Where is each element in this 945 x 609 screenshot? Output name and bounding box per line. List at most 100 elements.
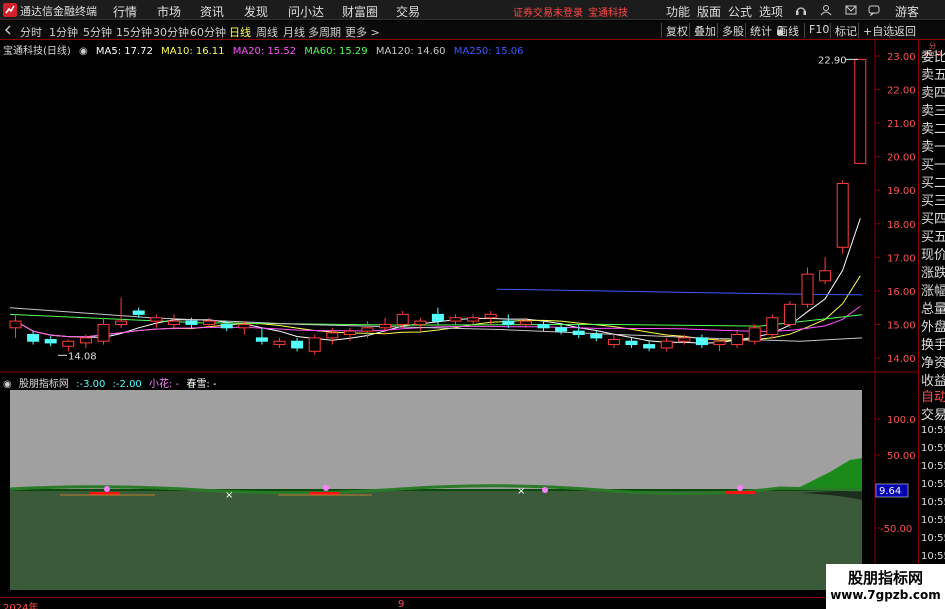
candle — [132, 310, 145, 315]
period-fenshi[interactable]: 分时 — [20, 24, 42, 40]
menu-caifuquan[interactable]: 财富圈 — [342, 3, 378, 20]
period-daily[interactable]: 日线 — [229, 24, 251, 40]
period-toolbar: 分时 1分钟 5分钟 15分钟 30分钟 60分钟 日线 周线 月线 多周期 更… — [0, 21, 945, 40]
xiaohua-marker — [737, 485, 743, 491]
statistics-button[interactable]: 统计 — [745, 23, 772, 38]
candle — [766, 317, 779, 336]
candle — [238, 323, 251, 329]
period-more[interactable]: 更多 > — [345, 24, 380, 40]
candle — [748, 327, 761, 342]
candle — [713, 340, 726, 346]
multi-stock-button[interactable]: 多股 — [717, 23, 744, 38]
menu-wenxiaoda[interactable]: 问小达 — [288, 3, 324, 20]
side-item: 买三 — [921, 194, 945, 209]
candle — [572, 330, 585, 336]
side-time: 10:55 — [921, 461, 945, 472]
candle — [343, 330, 356, 336]
candle — [607, 339, 620, 346]
side-item[interactable]: 交易 — [921, 404, 945, 423]
price-tick-label: 22.00 — [887, 86, 916, 97]
indicator-chart[interactable]: × × 100.0 50.00 -50.00 9.64 — [0, 373, 918, 597]
chevron-left-icon[interactable] — [3, 25, 13, 35]
period-weekly[interactable]: 周线 — [256, 24, 278, 40]
chat-icon[interactable] — [868, 4, 880, 16]
side-item: 买二 — [921, 176, 945, 191]
period-15min[interactable]: 15分钟 — [116, 24, 152, 40]
candle — [9, 320, 22, 329]
menu-shichang[interactable]: 市场 — [157, 3, 181, 20]
back-button[interactable]: 返回 — [889, 23, 916, 38]
user-icon[interactable] — [820, 4, 832, 16]
menu-xuanxiang[interactable]: 选项 — [759, 3, 783, 20]
menu-jiaoyi[interactable]: 交易 — [396, 3, 420, 20]
menu-gongneng[interactable]: 功能 — [666, 3, 690, 20]
chunxue-label: 春雪: - — [186, 379, 217, 390]
mail-icon[interactable] — [845, 4, 857, 16]
side-item: 委比 — [921, 50, 945, 65]
candle — [449, 317, 462, 322]
side-item: 卖二 — [921, 122, 945, 137]
candle — [783, 303, 796, 325]
period-30min[interactable]: 30分钟 — [153, 24, 189, 40]
headset-icon[interactable] — [795, 4, 807, 16]
quote-side-panel: 分 1000 委比 卖五 卖四 卖三 卖二 卖一 买一 买二 买三 买四 买五 现价 涨跌 涨幅 总量 外盘换… — [918, 40, 945, 609]
stock-title: 宝通科技(日线) — [3, 46, 71, 57]
menu-hangqing[interactable]: 行情 — [113, 3, 137, 20]
indicator-dropdown-icon[interactable]: ◉ — [3, 379, 12, 390]
app-logo-icon — [3, 3, 17, 17]
candle — [62, 340, 75, 347]
settings-dropdown-icon[interactable]: ◉ — [79, 46, 88, 57]
xiaohua-marker — [104, 486, 110, 492]
price-tick-label: 18.00 — [887, 220, 916, 231]
candle — [555, 327, 568, 332]
candle — [467, 317, 480, 322]
period-monthly[interactable]: 月线 — [283, 24, 305, 40]
fuquan-button[interactable]: 复权 — [661, 23, 688, 38]
ma120-label: MA120: 14.60 — [375, 46, 446, 57]
side-item: 买一 — [921, 158, 945, 173]
menu-gongshi[interactable]: 公式 — [728, 3, 752, 20]
indicator-gray-band — [10, 390, 862, 490]
side-item: 卖一 — [921, 140, 945, 155]
candle — [150, 317, 163, 322]
f10-button[interactable]: F10 — [804, 23, 829, 38]
side-item: 涨幅 — [921, 284, 945, 299]
period-5min[interactable]: 5分钟 — [83, 24, 112, 40]
side-time: 10:55 — [921, 425, 945, 436]
menu-faxian[interactable]: 发现 — [244, 3, 268, 20]
ma5-label: MA5: 17.72 — [95, 46, 153, 57]
trade-login-status[interactable]: 证券交易未登录 — [513, 4, 583, 19]
candle — [361, 327, 374, 332]
candle — [484, 313, 497, 319]
draw-line-button[interactable]: 画线 — [777, 23, 799, 38]
period-60min[interactable]: 60分钟 — [190, 24, 226, 40]
price-tick-label: 19.00 — [887, 186, 916, 197]
side-item[interactable]: 自动 — [921, 386, 945, 405]
side-time: 10:55 — [921, 443, 945, 454]
price-tick-label: 20.00 — [887, 153, 916, 164]
indicator-name: 股朋指标网 — [18, 379, 69, 390]
guest-label[interactable]: 游客 — [895, 3, 919, 20]
candle — [519, 320, 532, 325]
period-multi[interactable]: 多周期 — [308, 24, 341, 40]
timeline-bar — [0, 597, 918, 609]
ma60-label: MA60: 15.29 — [304, 46, 368, 57]
side-item: 卖四 — [921, 86, 945, 101]
overlay-button[interactable]: 叠加 — [689, 23, 716, 38]
watermark-url: www.7gpzb.com — [830, 588, 941, 602]
kline-chart[interactable]: 23.00 22.00 21.00 20.00 19.00 18.00 17.00 16.00… — [0, 40, 945, 373]
candle — [678, 337, 691, 342]
ind-tick-50: 50.00 — [887, 451, 916, 462]
candle — [695, 337, 708, 346]
ma20-label: MA20: 15.52 — [232, 46, 297, 57]
price-tick-label: 17.00 — [887, 253, 916, 264]
menu-zixun[interactable]: 资讯 — [200, 3, 224, 20]
price-tick-label: 23.00 — [887, 52, 916, 63]
candle — [291, 340, 304, 349]
menu-banmian[interactable]: 版面 — [697, 3, 721, 20]
candle — [27, 334, 40, 342]
period-1min[interactable]: 1分钟 — [49, 24, 78, 40]
price-tick-label: 15.00 — [887, 320, 916, 331]
candle — [167, 320, 180, 325]
mark-button[interactable]: 标记 — [830, 23, 857, 38]
